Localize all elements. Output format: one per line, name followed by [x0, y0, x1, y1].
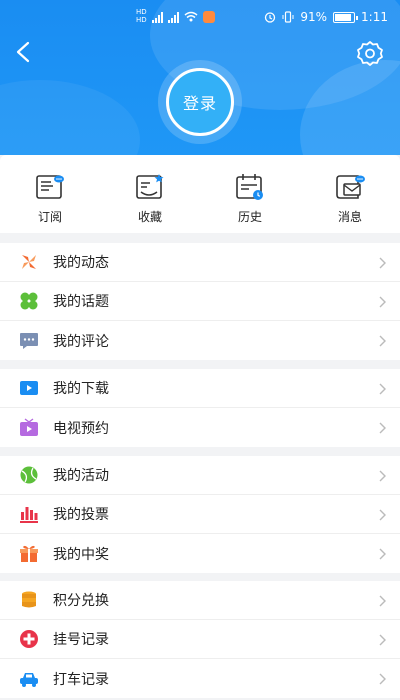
menu-item-label: 挂号记录	[53, 632, 109, 648]
quick-favorite[interactable]: 收藏	[100, 155, 200, 233]
menu-item-label: 我的中奖	[53, 546, 109, 563]
chevron-right-icon	[379, 595, 386, 607]
clock-time: 1:11	[361, 10, 388, 24]
chevron-right-icon	[379, 509, 386, 521]
menu-item-label: 打车记录	[53, 671, 109, 688]
menu-item-my-events[interactable]: 我的活动	[0, 456, 400, 495]
menu-item-label: 我的下载	[53, 381, 109, 397]
tv-reservation-icon	[19, 417, 39, 438]
menu-item-label: 我的动态	[53, 255, 109, 271]
quick-actions: 订阅 收藏 历史 消息	[0, 155, 400, 233]
gear-icon	[357, 41, 383, 66]
status-right: 91% 1:11	[264, 10, 388, 24]
quick-history-label: 历史	[237, 210, 262, 224]
app-notification-icon	[202, 10, 215, 23]
chevron-right-icon	[379, 548, 386, 560]
signal-label-2: HD	[136, 16, 147, 24]
menu-group-events: 我的活动 我的投票 我的中奖	[0, 456, 400, 573]
event-icon	[19, 465, 39, 485]
menu-item-label: 我的话题	[53, 294, 109, 310]
chevron-right-icon	[379, 257, 386, 269]
wifi-icon	[184, 11, 198, 22]
favorite-icon	[136, 174, 164, 199]
menu-item-my-comments[interactable]: 我的评论	[0, 321, 400, 360]
menu-item-my-prizes[interactable]: 我的中奖	[0, 534, 400, 573]
chevron-right-icon	[379, 296, 386, 308]
signal-label-1: HD	[136, 8, 147, 16]
login-button[interactable]: 登录	[166, 68, 234, 136]
quick-message-label: 消息	[337, 210, 362, 224]
chevron-right-icon	[379, 470, 386, 482]
menu-item-my-downloads[interactable]: 我的下载	[0, 369, 400, 408]
menu-group-media: 我的下载 电视预约	[0, 369, 400, 447]
header-decoration	[0, 80, 140, 155]
menu-item-taxi-records[interactable]: 打车记录	[0, 659, 400, 698]
menu-item-label: 我的评论	[53, 333, 109, 350]
quick-message[interactable]: 消息	[300, 155, 400, 233]
vibrate-icon	[282, 11, 294, 23]
chevron-right-icon	[379, 634, 386, 646]
status-bar: HD HD 91% 1:11	[0, 0, 400, 36]
menu-group-services: 积分兑换 挂号记录 打车记录	[0, 581, 400, 698]
battery-icon	[333, 11, 359, 23]
download-icon	[19, 378, 39, 398]
quick-subscribe[interactable]: 订阅	[0, 155, 100, 233]
alarm-icon	[265, 12, 276, 23]
menu-item-label: 积分兑换	[53, 593, 109, 609]
menu-item-tv-reservation[interactable]: 电视预约	[0, 408, 400, 447]
activity-feed-icon	[19, 252, 39, 272]
topic-icon	[19, 291, 39, 311]
points-icon	[19, 590, 39, 610]
quick-history[interactable]: 历史	[200, 155, 300, 233]
history-icon	[236, 174, 263, 200]
menu-item-label: 我的活动	[53, 468, 109, 484]
comment-icon	[19, 331, 39, 351]
message-icon	[336, 175, 365, 199]
chevron-right-icon	[379, 673, 386, 685]
chevron-right-icon	[379, 383, 386, 395]
signal-strength-icon	[151, 11, 163, 23]
menu-item-my-topics[interactable]: 我的话题	[0, 282, 400, 321]
menu-group-social: 我的动态 我的话题 我的评论	[0, 243, 400, 360]
quick-subscribe-label: 订阅	[37, 210, 62, 224]
signal-group: HD HD	[136, 9, 215, 24]
menu-item-label: 电视预约	[53, 420, 109, 437]
profile-header: HD HD 91% 1:11 登录	[0, 0, 400, 155]
menu-item-my-activity-feed[interactable]: 我的动态	[0, 243, 400, 282]
menu-item-label: 我的投票	[53, 507, 109, 523]
chevron-right-icon	[379, 335, 386, 347]
chevron-right-icon	[379, 422, 386, 434]
back-button[interactable]	[10, 38, 38, 66]
prize-icon	[19, 544, 39, 564]
signal-strength-icon	[167, 11, 179, 23]
menu-item-my-votes[interactable]: 我的投票	[0, 495, 400, 534]
vote-icon	[19, 504, 39, 524]
taxi-icon	[19, 669, 39, 689]
menu-item-points-exchange[interactable]: 积分兑换	[0, 581, 400, 620]
settings-button[interactable]	[355, 38, 385, 68]
subscribe-icon	[36, 175, 64, 199]
quick-favorite-label: 收藏	[137, 210, 162, 224]
chevron-left-icon	[16, 41, 30, 63]
battery-percent: 91%	[300, 10, 328, 24]
registration-icon	[19, 629, 39, 649]
menu-item-registration-records[interactable]: 挂号记录	[0, 620, 400, 659]
